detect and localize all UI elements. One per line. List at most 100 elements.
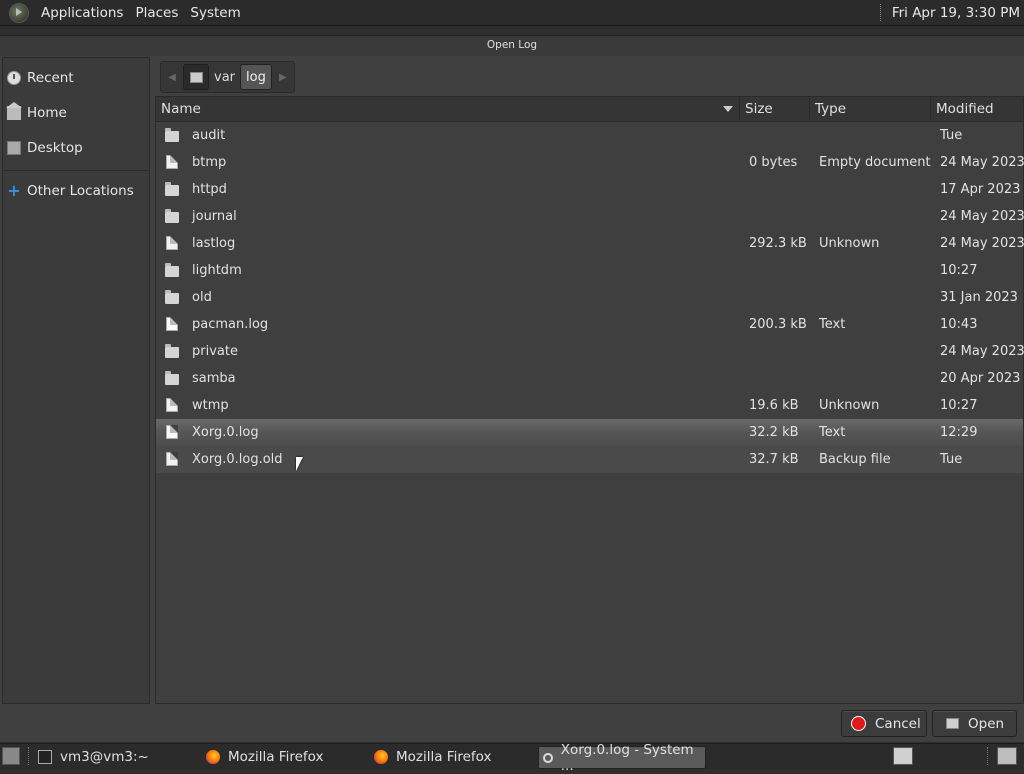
sidebar-item-label: Home [27, 105, 67, 121]
file-name-cell: httpd [192, 182, 227, 197]
file-name-cell: lightdm [192, 263, 242, 278]
file-modified-cell: Tue [940, 452, 963, 467]
folder-icon [165, 290, 179, 304]
file-row[interactable]: audit Tue [156, 122, 1023, 149]
column-header-label: Name [161, 101, 201, 117]
file-row[interactable]: old 31 Jan 2023 [156, 284, 1023, 311]
file-modified-cell: 31 Jan 2023 [940, 290, 1018, 305]
column-header-modified[interactable]: Modified [931, 97, 1023, 121]
file-type-cell: Text [819, 317, 846, 332]
taskbar-separator [28, 747, 30, 765]
path-segment-log[interactable]: log [240, 64, 272, 90]
terminal-icon [38, 749, 52, 764]
show-desktop-icon[interactable] [2, 747, 20, 765]
mouse-pointer-icon [296, 457, 303, 471]
sidebar-item-home[interactable]: Home [6, 101, 145, 125]
log-viewer-icon [543, 752, 553, 763]
file-row[interactable]: samba 20 Apr 2023 [156, 365, 1023, 392]
firefox-icon [374, 749, 388, 764]
drive-icon [189, 71, 203, 83]
open-button[interactable]: Open [932, 710, 1017, 737]
file-row[interactable]: httpd 17 Apr 2023 [156, 176, 1023, 203]
file-name-cell: pacman.log [192, 317, 269, 332]
text-file-icon [166, 317, 178, 331]
sidebar-item-desktop[interactable]: Desktop [7, 136, 145, 160]
task-firefox-2[interactable]: Mozilla Firefox [370, 746, 530, 767]
path-segment-var[interactable]: var [209, 65, 240, 89]
folder-icon [165, 263, 179, 277]
sort-descending-icon [723, 106, 733, 112]
file-size-cell: 32.2 kB [749, 425, 799, 440]
path-bar: ◀ var log ▶ [160, 61, 295, 93]
file-modified-cell: 24 May 2023 [940, 209, 1024, 224]
clock-area: Fri Apr 19, 3:30 PM [879, 0, 1024, 25]
file-name-cell: Xorg.0.log.old [192, 452, 283, 467]
file-type-cell: Text [819, 425, 846, 440]
menu-places[interactable]: Places [129, 5, 184, 21]
cancel-button-label: Cancel [875, 715, 921, 732]
cancel-button[interactable]: Cancel [841, 710, 927, 737]
folder-icon [165, 128, 179, 142]
clock[interactable]: Fri Apr 19, 3:30 PM [892, 5, 1020, 21]
file-row[interactable]: Xorg.0.log.old 32.7 kB Backup file Tue [156, 446, 1023, 473]
taskbar: vm3@vm3:~ Mozilla Firefox Mozilla Firefo… [0, 742, 1024, 774]
path-scroll-left-icon[interactable]: ◀ [161, 63, 183, 91]
task-label: Mozilla Firefox [396, 748, 492, 765]
menu-system[interactable]: System [184, 5, 246, 21]
path-root-button[interactable] [183, 64, 209, 90]
file-row[interactable]: btmp 0 bytes Empty document 24 May 2023 [156, 149, 1024, 176]
task-terminal[interactable]: vm3@vm3:~ [34, 746, 194, 767]
file-row[interactable]: private 24 May 2023 [156, 338, 1024, 365]
task-firefox-1[interactable]: Mozilla Firefox [202, 746, 362, 767]
sidebar-separator [3, 170, 149, 171]
search-tray-icon[interactable] [893, 747, 913, 765]
file-name-cell: Xorg.0.log [192, 425, 259, 440]
file-size-cell: 32.7 kB [749, 452, 799, 467]
file-modified-cell: 24 May 2023 [940, 344, 1024, 359]
file-modified-cell: 10:43 [940, 317, 978, 332]
column-header-name[interactable]: Name [156, 97, 740, 121]
file-name-cell: audit [192, 128, 226, 143]
folder-icon [165, 209, 179, 223]
plus-icon: + [7, 181, 21, 200]
folder-icon [165, 344, 179, 358]
file-modified-cell: 10:27 [940, 398, 978, 413]
sidebar-item-recent[interactable]: Recent [7, 66, 145, 90]
file-modified-cell: 24 May 2023 [940, 155, 1024, 170]
file-size-cell: 200.3 kB [749, 317, 807, 332]
file-size-cell: 0 bytes [749, 155, 798, 170]
sidebar-item-label: Other Locations [27, 183, 134, 199]
file-row[interactable]: pacman.log 200.3 kB Text 10:43 [156, 311, 1023, 338]
file-type-cell: Backup file [819, 452, 891, 467]
file-row[interactable]: lastlog 292.3 kB Unknown 24 May 2023 [156, 230, 1024, 257]
file-row[interactable]: Xorg.0.log 32.2 kB Text 12:29 [156, 419, 1023, 446]
file-modified-cell: 17 Apr 2023 [940, 182, 1021, 197]
file-icon [166, 398, 178, 412]
distro-logo-icon[interactable] [9, 2, 29, 23]
file-type-cell: Unknown [819, 398, 880, 413]
path-scroll-right-icon[interactable]: ▶ [272, 63, 294, 91]
places-sidebar: Recent Home Desktop + Other Locations [2, 57, 150, 704]
panel-separator [879, 4, 883, 21]
column-header-type[interactable]: Type [810, 97, 931, 121]
sidebar-item-other-locations[interactable]: + Other Locations [7, 179, 145, 203]
file-name-cell: wtmp [192, 398, 229, 413]
file-row[interactable]: lightdm 10:27 [156, 257, 1023, 284]
file-icon [166, 452, 178, 466]
sidebar-item-label: Desktop [27, 140, 83, 156]
file-row[interactable]: wtmp 19.6 kB Unknown 10:27 [156, 392, 1023, 419]
file-name-cell: journal [192, 209, 237, 224]
task-label: Mozilla Firefox [228, 748, 324, 765]
file-modified-cell: 12:29 [940, 425, 978, 440]
sidebar-item-label: Recent [27, 70, 74, 86]
file-type-cell: Unknown [819, 236, 880, 251]
workspace-switcher-icon[interactable] [997, 747, 1017, 765]
task-log-viewer[interactable]: Xorg.0.log - System ... [538, 742, 706, 774]
column-header-size[interactable]: Size [740, 97, 810, 121]
file-size-cell: 292.3 kB [749, 236, 807, 251]
file-list-header: Name Size Type Modified [156, 97, 1023, 122]
file-list: Name Size Type Modified audit Tue btmp 0 by… [155, 96, 1024, 704]
menu-applications[interactable]: Applications [35, 5, 129, 21]
file-modified-cell: Tue [940, 128, 963, 143]
file-row[interactable]: journal 24 May 2023 [156, 203, 1024, 230]
